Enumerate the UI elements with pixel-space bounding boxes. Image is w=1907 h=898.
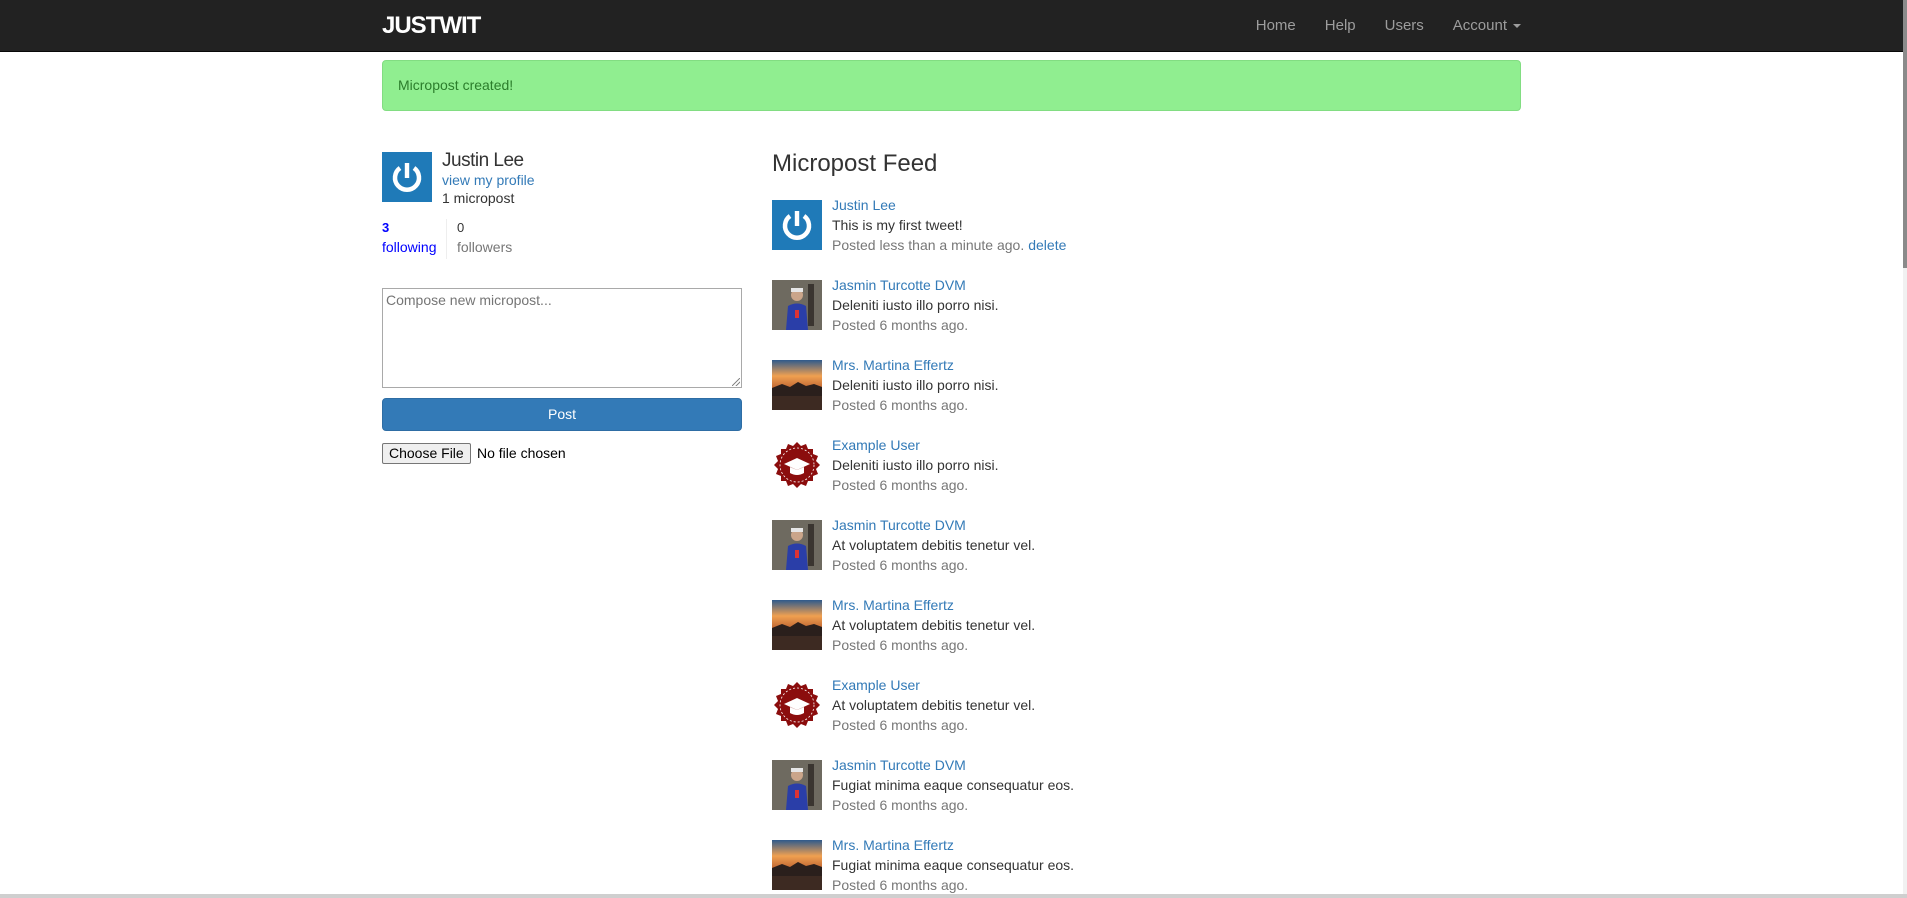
- feed-content: Fugiat minima eaque consequatur eos.: [832, 857, 1075, 873]
- following-stat[interactable]: 3 following: [382, 219, 447, 259]
- power-icon: [782, 211, 812, 240]
- feed-timestamp: Posted less than a minute ago. delete: [832, 237, 1066, 253]
- feed-timestamp: Posted 6 months ago.: [832, 397, 969, 413]
- file-status: No file chosen: [477, 445, 566, 461]
- feed-content: At voluptatem debitis tenetur vel.: [832, 617, 1036, 633]
- followers-count: 0: [457, 220, 465, 235]
- feed-timestamp: Posted 6 months ago.: [832, 717, 969, 733]
- feed-avatar[interactable]: [772, 840, 822, 890]
- feed-content: Fugiat minima eaque consequatur eos.: [832, 777, 1075, 793]
- sunset-photo-icon: [772, 840, 822, 890]
- feed-item: Mrs. Martina Effertz Fugiat minima eaque…: [772, 837, 1521, 897]
- feed-user-link[interactable]: Mrs. Martina Effertz: [832, 597, 954, 613]
- scrollbar-thumb[interactable]: [1903, 0, 1907, 268]
- feed-item: Mrs. Martina Effertz Deleniti iusto illo…: [772, 357, 1521, 417]
- feed-content: This is my first tweet!: [832, 217, 963, 233]
- feed-user-link[interactable]: Example User: [832, 437, 920, 453]
- feed-content: At voluptatem debitis tenetur vel.: [832, 537, 1036, 553]
- feed-avatar[interactable]: [772, 760, 822, 810]
- feed-content: Deleniti iusto illo porro nisi.: [832, 377, 999, 393]
- person-photo-icon: [772, 280, 822, 330]
- followers-label: followers: [457, 239, 513, 255]
- nav-home-link[interactable]: Home: [1256, 17, 1296, 34]
- feed-avatar[interactable]: [772, 200, 822, 250]
- nav-users-link[interactable]: Users: [1385, 17, 1424, 34]
- feed-item: Jasmin Turcotte DVM Deleniti iusto illo …: [772, 277, 1521, 337]
- resize-handle-icon[interactable]: [732, 378, 740, 386]
- feed-timestamp: Posted 6 months ago.: [832, 637, 969, 653]
- feed-user-link[interactable]: Mrs. Martina Effertz: [832, 357, 954, 373]
- choose-file-button[interactable]: Choose File: [382, 443, 471, 464]
- feed-content: Deleniti iusto illo porro nisi.: [832, 297, 999, 313]
- feed-avatar[interactable]: [772, 280, 822, 330]
- success-alert: Micropost created!: [382, 60, 1521, 111]
- feed-avatar[interactable]: [772, 680, 822, 730]
- caret-down-icon: [1513, 24, 1521, 29]
- feed-avatar[interactable]: [772, 360, 822, 410]
- feed-content: Deleniti iusto illo porro nisi.: [832, 457, 999, 473]
- feed-title: Micropost Feed: [772, 150, 938, 177]
- followers-stat[interactable]: 0 followers: [457, 219, 537, 257]
- micropost-count: 1 micropost: [442, 190, 515, 206]
- profile-name: Justin Lee: [442, 150, 524, 171]
- nav-help-link[interactable]: Help: [1325, 17, 1356, 34]
- feed-avatar[interactable]: [772, 600, 822, 650]
- nav-links: Home Help Users Account: [1227, 0, 1521, 51]
- feed-item: Justin Lee This is my first tweet! Poste…: [772, 197, 1521, 257]
- feed-avatar[interactable]: [772, 520, 822, 570]
- feed-user-link[interactable]: Example User: [832, 677, 920, 693]
- top-navbar: JUSTWIT Home Help Users Account: [0, 0, 1907, 52]
- feed-user-link[interactable]: Justin Lee: [832, 197, 896, 213]
- feed-time-text: Posted less than a minute ago.: [832, 237, 1025, 253]
- delete-link[interactable]: delete: [1028, 237, 1066, 253]
- feed-user-link[interactable]: Jasmin Turcotte DVM: [832, 757, 966, 773]
- micropost-textarea[interactable]: [382, 288, 742, 388]
- graduation-cap-badge-icon: [774, 682, 820, 728]
- feed-timestamp: Posted 6 months ago.: [832, 557, 969, 573]
- feed-item: Example User Deleniti iusto illo porro n…: [772, 437, 1521, 497]
- feed-timestamp: Posted 6 months ago.: [832, 877, 969, 893]
- view-profile-link[interactable]: view my profile: [442, 172, 535, 188]
- feed-timestamp: Posted 6 months ago.: [832, 317, 969, 333]
- following-count: 3: [382, 220, 390, 235]
- profile-avatar[interactable]: [382, 152, 432, 202]
- nav-account-dropdown[interactable]: Account: [1453, 17, 1521, 34]
- feed-item: Mrs. Martina Effertz At voluptatem debit…: [772, 597, 1521, 657]
- feed-item: Example User At voluptatem debitis tenet…: [772, 677, 1521, 737]
- sunset-photo-icon: [772, 360, 822, 410]
- feed-timestamp: Posted 6 months ago.: [832, 477, 969, 493]
- window-bottom-edge: [0, 894, 1907, 898]
- feed-user-link[interactable]: Jasmin Turcotte DVM: [832, 277, 966, 293]
- sunset-photo-icon: [772, 600, 822, 650]
- feed-user-link[interactable]: Jasmin Turcotte DVM: [832, 517, 966, 533]
- account-label: Account: [1452, 17, 1507, 34]
- person-photo-icon: [772, 520, 822, 570]
- feed-avatar[interactable]: [772, 440, 822, 490]
- feed-user-link[interactable]: Mrs. Martina Effertz: [832, 837, 954, 853]
- person-photo-icon: [772, 760, 822, 810]
- feed-timestamp: Posted 6 months ago.: [832, 797, 969, 813]
- feed-item: Jasmin Turcotte DVM At voluptatem debiti…: [772, 517, 1521, 577]
- feed-item: Jasmin Turcotte DVM Fugiat minima eaque …: [772, 757, 1521, 817]
- brand-logo[interactable]: JUSTWIT: [382, 12, 481, 40]
- post-button[interactable]: Post: [382, 398, 742, 431]
- graduation-cap-badge-icon: [774, 442, 820, 488]
- power-icon: [392, 163, 422, 192]
- feed-content: At voluptatem debitis tenetur vel.: [832, 697, 1036, 713]
- following-label: following: [382, 239, 437, 255]
